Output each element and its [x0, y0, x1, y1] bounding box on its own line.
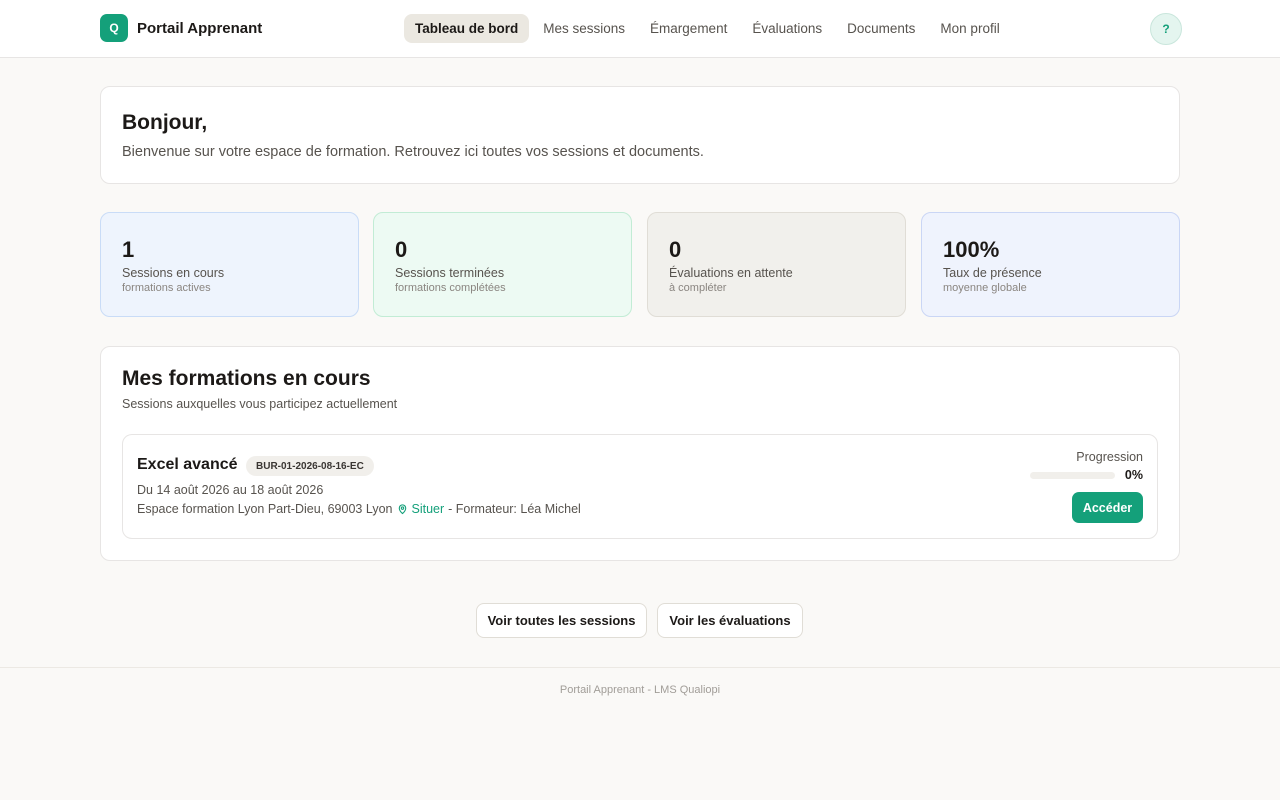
session-trainer: - Formateur: Léa Michel — [448, 502, 581, 516]
view-all-sessions-button[interactable]: Voir toutes les sessions — [476, 603, 647, 638]
progress-value: 0% — [1124, 468, 1143, 482]
situer-label: Situer — [411, 502, 445, 516]
formations-title: Mes formations en cours — [122, 367, 371, 390]
session-code-badge: BUR-01-2026-08-16-EC — [246, 456, 374, 476]
brand-name: Portail Apprenant — [137, 19, 263, 37]
stat-label: Évaluations en attente — [669, 266, 793, 280]
stat-value: 0 — [395, 237, 408, 262]
session-title: Excel avancé — [137, 456, 238, 473]
stat-value: 100% — [943, 237, 1000, 262]
stat-sublabel: moyenne globale — [943, 282, 1027, 294]
stat-value: 1 — [122, 237, 135, 262]
welcome-card: Bonjour, Bienvenue sur votre espace de f… — [100, 86, 1180, 184]
footer-text: Portail Apprenant - LMS Qualiopi — [559, 684, 721, 696]
stat-card-sessions-terminees: 0 Sessions terminées formations complété… — [373, 212, 632, 317]
nav-item-mes-sessions[interactable]: Mes sessions — [532, 14, 636, 43]
stat-sublabel: formations actives — [122, 282, 211, 294]
stat-sublabel: à compléter — [669, 282, 727, 294]
footer: Portail Apprenant - LMS Qualiopi — [0, 667, 1280, 800]
stat-card-sessions-en-cours: 1 Sessions en cours formations actives — [100, 212, 359, 317]
situer-link[interactable]: Situer — [397, 502, 444, 516]
main-nav: Tableau de bord Mes sessions Émargement … — [404, 14, 1014, 43]
map-pin-icon — [399, 504, 407, 515]
brand[interactable]: Q Portail Apprenant — [100, 14, 262, 42]
formations-subtitle: Sessions auxquelles vous participez actu… — [122, 397, 398, 411]
progress-bar — [1030, 472, 1115, 479]
nav-item-mon-profil[interactable]: Mon profil — [929, 14, 1010, 43]
session-dates: Du 14 août 2026 au 18 août 2026 — [137, 483, 324, 497]
nav-item-tableau-de-bord[interactable]: Tableau de bord — [404, 14, 530, 43]
nav-item-emargement[interactable]: Émargement — [639, 14, 738, 43]
view-evaluations-button[interactable]: Voir les évaluations — [657, 603, 803, 638]
progress-label: Progression — [1076, 450, 1143, 464]
stat-label: Sessions terminées — [395, 266, 505, 280]
session-location: Espace formation Lyon Part-Dieu, 69003 L… — [137, 502, 393, 516]
stat-label: Taux de présence — [943, 266, 1042, 280]
stat-card-taux-de-presence: 100% Taux de présence moyenne globale — [921, 212, 1180, 317]
welcome-title: Bonjour, — [122, 111, 208, 134]
stat-value: 0 — [669, 237, 682, 262]
nav-item-evaluations[interactable]: Évaluations — [741, 14, 833, 43]
access-session-button[interactable]: Accéder — [1072, 492, 1143, 523]
brand-logo-icon: Q — [100, 14, 128, 42]
stat-label: Sessions en cours — [122, 266, 225, 280]
nav-item-documents[interactable]: Documents — [836, 14, 926, 43]
help-button[interactable]: ? — [1150, 13, 1182, 45]
stat-card-evaluations-en-attente: 0 Évaluations en attente à compléter — [647, 212, 906, 317]
welcome-subtitle: Bienvenue sur votre espace de formation.… — [122, 144, 704, 160]
top-navigation-bar: Q Portail Apprenant Tableau de bord Mes … — [0, 0, 1280, 58]
session-item: Excel avancé BUR-01-2026-08-16-EC Du 14 … — [122, 434, 1158, 539]
stat-sublabel: formations complétées — [395, 282, 506, 294]
formations-card: Mes formations en cours Sessions auxquel… — [100, 346, 1180, 561]
session-location-row: Espace formation Lyon Part-Dieu, 69003 L… — [137, 502, 581, 516]
